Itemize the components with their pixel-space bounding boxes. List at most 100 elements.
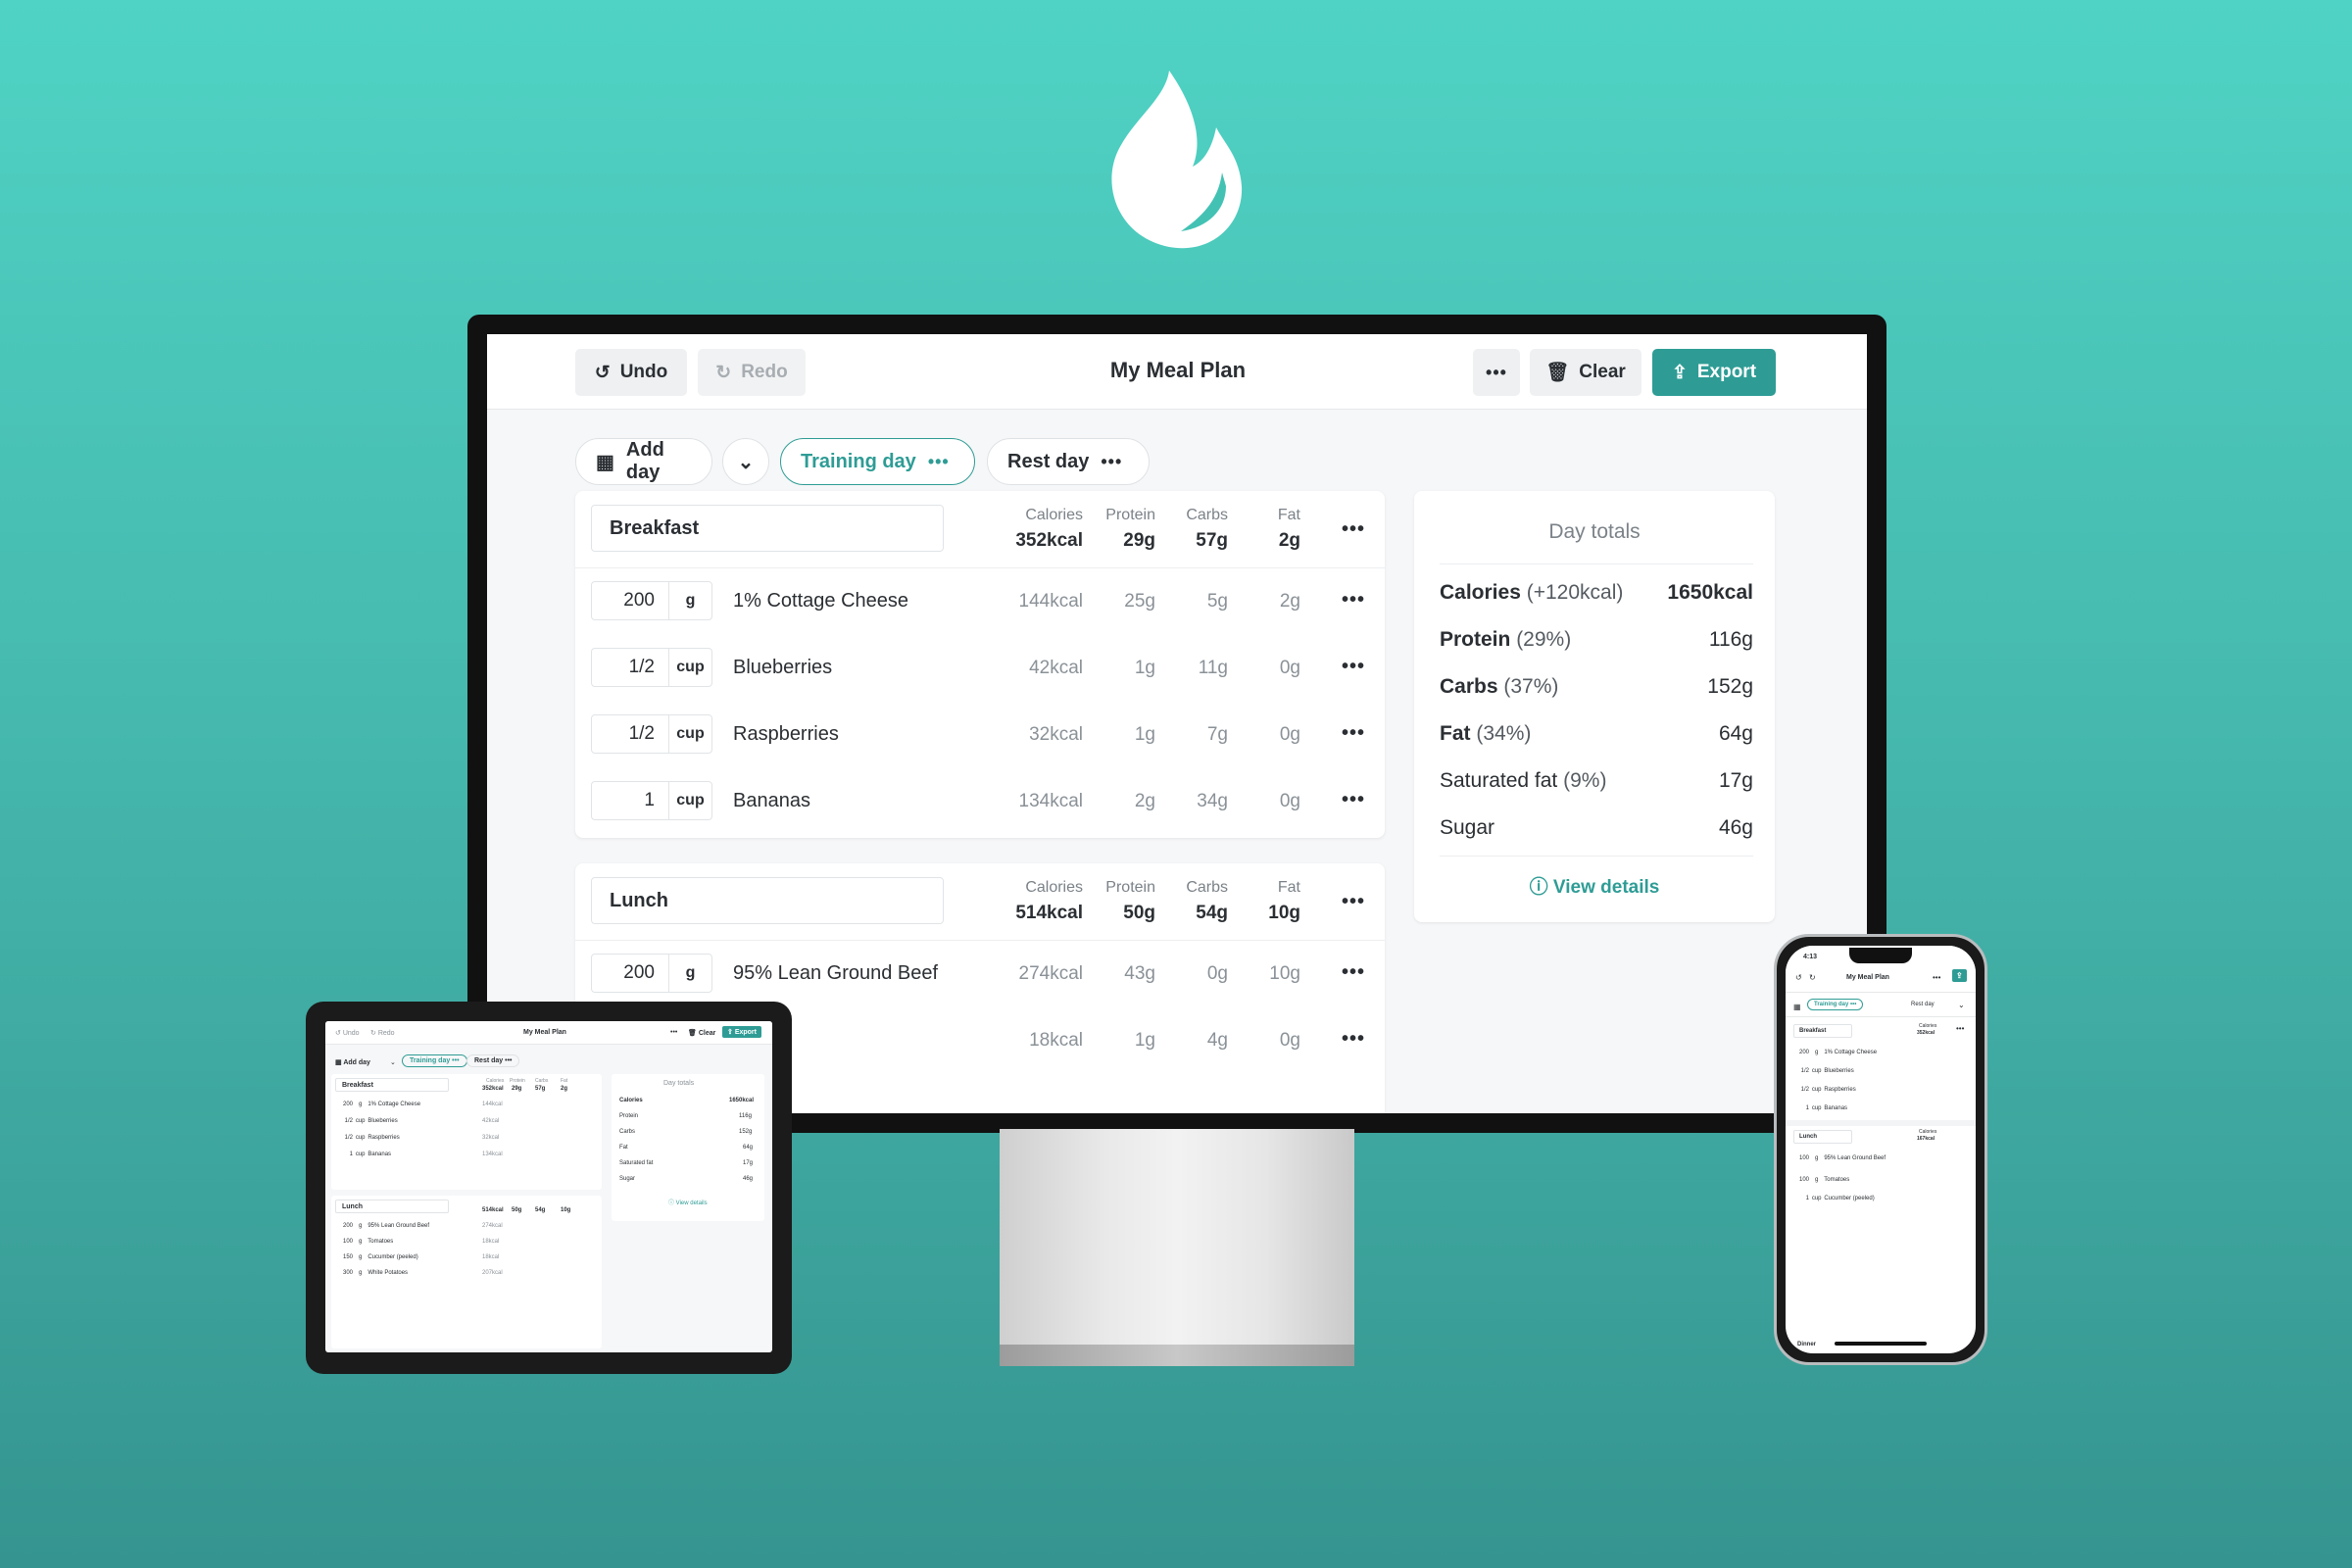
meal-name-input[interactable]: Lunch <box>1793 1130 1852 1144</box>
qty-input[interactable]: 100 <box>1793 1155 1809 1161</box>
meal-options-icon[interactable]: ••• <box>1342 518 1365 541</box>
qty-input[interactable]: 1 <box>1793 1105 1809 1111</box>
row-options-icon[interactable]: ••• <box>1342 789 1365 811</box>
unit-select[interactable]: g <box>355 1254 367 1260</box>
qty-input[interactable]: 200 <box>335 1223 353 1229</box>
qty-input[interactable]: 1/2 <box>1793 1087 1809 1093</box>
unit-select[interactable]: g <box>1811 1050 1823 1055</box>
unit-select[interactable]: g <box>355 1223 367 1229</box>
qty-input[interactable]: 150 <box>335 1254 353 1260</box>
qty-input[interactable]: 1 <box>335 1152 353 1157</box>
days-dropdown-button[interactable]: ⌄ <box>722 438 769 485</box>
clear-button[interactable]: 🗑 Clear <box>688 1029 715 1037</box>
unit-select[interactable]: cup <box>355 1152 367 1157</box>
unit-select[interactable]: cup <box>1811 1105 1823 1111</box>
unit-select[interactable]: g <box>1811 1155 1823 1161</box>
meal-name-input[interactable]: Lunch <box>335 1200 449 1213</box>
row-options-icon[interactable]: ••• <box>1342 589 1365 612</box>
qty-input[interactable]: 1/2 <box>1793 1068 1809 1074</box>
food-protein: 1g <box>1134 724 1155 745</box>
unit-select[interactable]: cup <box>355 1118 367 1124</box>
qty-input[interactable]: 100 <box>1793 1177 1809 1183</box>
qty-input[interactable]: 200 <box>1793 1050 1809 1055</box>
export-label: Export <box>1696 362 1757 382</box>
meal-total-fat: 2g <box>561 1086 568 1092</box>
meal-total-carbs: 57g <box>535 1086 546 1092</box>
tab-options-icon[interactable]: ••• <box>1101 452 1122 472</box>
unit-select[interactable]: cup <box>1811 1196 1823 1201</box>
row-options-icon[interactable]: ••• <box>1342 656 1365 678</box>
totals-row-fat: Fat (34%) 64g <box>1440 722 1753 746</box>
export-button[interactable]: ⇪ <box>1952 969 1967 982</box>
tab-options-icon[interactable]: ••• <box>928 452 950 472</box>
clear-button[interactable]: 🗑 Clear <box>1530 349 1642 396</box>
view-details-link[interactable]: ⓘ View details <box>1414 872 1775 899</box>
add-day-button[interactable]: ▦ Add day <box>335 1058 370 1066</box>
more-button[interactable]: ••• <box>1933 973 1940 982</box>
unit-select[interactable]: g <box>355 1239 367 1245</box>
meal-name-input[interactable]: Lunch <box>591 877 944 924</box>
tab-training-day[interactable]: Training day ••• <box>780 438 975 485</box>
unit-select[interactable]: g <box>355 1270 367 1276</box>
undo-icon[interactable]: ↺ <box>1795 973 1802 982</box>
qty-input[interactable]: 1/2 <box>591 648 669 687</box>
qty-input[interactable]: 200 <box>591 954 669 993</box>
meal-name-input[interactable]: Breakfast <box>335 1078 449 1092</box>
food-calories: 207kcal <box>482 1270 503 1276</box>
qty-input[interactable]: 1/2 <box>335 1135 353 1141</box>
tab-rest-day[interactable]: Rest day ••• <box>466 1054 520 1067</box>
unit-select[interactable]: g <box>1811 1177 1823 1183</box>
undo-button[interactable]: ↺ Undo <box>575 349 687 396</box>
redo-icon[interactable]: ↻ <box>1809 973 1816 982</box>
add-day-button[interactable]: ▦ Add day <box>575 438 712 485</box>
tab-training-day-label: Training day <box>1814 1002 1849 1007</box>
meal-options-icon[interactable]: ••• <box>1342 891 1365 913</box>
totals-label: Protein <box>619 1113 639 1119</box>
tab-training-day[interactable]: Training day ••• <box>1807 999 1864 1010</box>
qty-input[interactable]: 300 <box>335 1270 353 1276</box>
export-button[interactable]: ⇪ Export <box>1652 349 1776 396</box>
more-button[interactable]: ••• <box>1473 349 1520 396</box>
unit-select[interactable]: cup <box>668 648 712 687</box>
meal-options-icon[interactable]: ••• <box>1956 1024 1964 1033</box>
redo-button[interactable]: ↻ Redo <box>698 349 806 396</box>
unit-select[interactable]: g <box>668 581 712 620</box>
unit-select[interactable]: g <box>355 1102 367 1107</box>
qty-input[interactable]: 1/2 <box>591 714 669 754</box>
export-button[interactable]: ⇪ Export <box>722 1026 761 1038</box>
tab-rest-day[interactable]: Rest day ••• <box>987 438 1150 485</box>
meal-name-input[interactable]: Breakfast <box>1793 1024 1852 1038</box>
flame-logo <box>1111 71 1243 249</box>
unit-select[interactable]: cup <box>1811 1087 1823 1093</box>
view-details-link[interactable]: ⓘ View details <box>668 1198 708 1206</box>
food-calories: 144kcal <box>482 1102 503 1107</box>
meal-name-input[interactable]: Breakfast <box>591 505 944 552</box>
chevron-down-icon[interactable]: ⌄ <box>390 1058 396 1066</box>
redo-button[interactable]: ↻ Redo <box>370 1029 395 1037</box>
qty-input[interactable]: 1 <box>591 781 669 820</box>
unit-select[interactable]: cup <box>355 1135 367 1141</box>
undo-button[interactable]: ↺ Undo <box>335 1029 360 1037</box>
tab-rest-day[interactable]: Rest day <box>1911 1002 1935 1007</box>
unit-select[interactable]: cup <box>668 714 712 754</box>
qty-input[interactable]: 1 <box>1793 1196 1809 1201</box>
unit-select[interactable]: cup <box>668 781 712 820</box>
row-options-icon[interactable]: ••• <box>1342 1028 1365 1051</box>
qty-input[interactable]: 200 <box>591 581 669 620</box>
row-options-icon[interactable]: ••• <box>1342 722 1365 745</box>
row-options-icon[interactable]: ••• <box>1342 961 1365 984</box>
tablet-screen: ↺ Undo ↻ Redo My Meal Plan ••• 🗑 Clear ⇪… <box>325 1021 772 1352</box>
calendar-add-icon[interactable]: ▦ <box>1793 1003 1801 1011</box>
chevron-down-icon[interactable]: ⌄ <box>1958 1001 1965 1009</box>
qty-input[interactable]: 1/2 <box>335 1118 353 1124</box>
qty-input[interactable]: 200 <box>335 1102 353 1107</box>
clear-label: Clear <box>1579 362 1626 382</box>
trash-icon: 🗑 <box>1545 363 1570 383</box>
more-button[interactable]: ••• <box>670 1029 677 1036</box>
qty-input[interactable]: 100 <box>335 1239 353 1245</box>
unit-select[interactable]: cup <box>1811 1068 1823 1074</box>
tab-training-day[interactable]: Training day ••• <box>402 1054 467 1067</box>
unit-select[interactable]: g <box>668 954 712 993</box>
totals-label: Saturated fat <box>1440 769 1558 792</box>
page-title: My Meal Plan <box>1109 358 1247 382</box>
